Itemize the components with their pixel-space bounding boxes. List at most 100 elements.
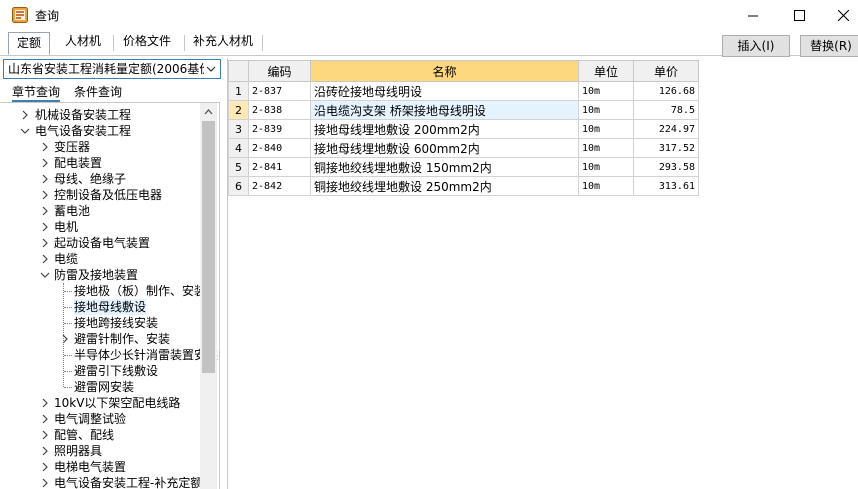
tree-item[interactable]: 避雷引下线敷设: [0, 363, 219, 379]
tree-item-label: 起动设备电气装置: [54, 236, 151, 250]
tree-scrollbar[interactable]: [200, 103, 217, 489]
name-cell[interactable]: 沿电缆沟支架 桥架接地母线明设: [310, 100, 579, 120]
tree-item[interactable]: 避雷网安装: [0, 379, 219, 395]
name-cell[interactable]: 接地母线埋地敷设 600mm2内: [310, 138, 579, 158]
tree-item[interactable]: 接地极（板）制作、安装: [0, 283, 219, 299]
tree-item[interactable]: 电缆: [0, 251, 219, 267]
tree-item[interactable]: 接地母线敷设: [0, 299, 219, 315]
tree-item[interactable]: 机械设备安装工程: [0, 107, 219, 123]
tree-item[interactable]: 电梯电气装置: [0, 459, 219, 475]
unit-cell[interactable]: 10m: [578, 100, 634, 120]
unit-cell[interactable]: 10m: [578, 157, 634, 177]
unit-cell[interactable]: 10m: [578, 81, 634, 101]
row-number[interactable]: 1: [228, 81, 249, 101]
tab-supplementary[interactable]: 补充人材机: [185, 31, 261, 53]
name-cell[interactable]: 铜接地绞线埋地敷设 150mm2内: [310, 157, 579, 177]
chevron-right-icon[interactable]: [40, 462, 50, 472]
chevron-right-icon[interactable]: [40, 446, 50, 456]
tree-item[interactable]: 电机: [0, 219, 219, 235]
chevron-down-icon[interactable]: [20, 126, 30, 136]
tree-item[interactable]: 照明器具: [0, 443, 219, 459]
chevron-right-icon[interactable]: [40, 158, 50, 168]
maximize-button[interactable]: [776, 0, 822, 31]
tree-item[interactable]: 蓄电池: [0, 203, 219, 219]
tree-item-label: 电机: [54, 220, 79, 234]
chapter-tree[interactable]: 机械设备安装工程 电气设备安装工程 变压器 配电装置 母线、绝缘子 控制设备及低压电器 蓄电…: [0, 102, 220, 489]
tab-price-file[interactable]: 价格文件: [115, 31, 179, 53]
tab-quota[interactable]: 定额: [8, 32, 51, 55]
row-number[interactable]: 3: [228, 119, 249, 139]
code-cell[interactable]: 2-838: [248, 100, 311, 120]
price-cell[interactable]: 313.61: [633, 176, 699, 196]
table-row[interactable]: 1 2-837 沿砖砼接地母线明设 10m 126.68: [228, 81, 699, 101]
row-number[interactable]: 6: [228, 176, 249, 196]
chevron-right-icon[interactable]: [40, 254, 50, 264]
price-cell[interactable]: 224.97: [633, 119, 699, 139]
tree-item[interactable]: 10kV以下架空配电线路: [0, 395, 219, 411]
code-cell[interactable]: 2-837: [248, 81, 311, 101]
chevron-right-icon[interactable]: [40, 174, 50, 184]
table-row[interactable]: 2 2-838 沿电缆沟支架 桥架接地母线明设 10m 78.5: [228, 100, 699, 120]
code-header[interactable]: 编码: [248, 60, 311, 82]
price-header[interactable]: 单价: [633, 60, 699, 82]
tree-item[interactable]: 电气设备安装工程-补充定额: [0, 475, 219, 489]
chevron-right-icon[interactable]: [40, 238, 50, 248]
replace-button[interactable]: 替换(R): [800, 35, 858, 57]
name-header[interactable]: 名称: [310, 60, 579, 82]
scroll-thumb[interactable]: [202, 121, 215, 373]
scroll-up-icon[interactable]: [200, 105, 217, 119]
price-cell[interactable]: 78.5: [633, 100, 699, 120]
tree-item[interactable]: 避雷针制作、安装: [0, 331, 219, 347]
row-number[interactable]: 2: [228, 100, 249, 120]
chevron-right-icon[interactable]: [40, 206, 50, 216]
unit-cell[interactable]: 10m: [578, 119, 634, 139]
unit-cell[interactable]: 10m: [578, 138, 634, 158]
row-number[interactable]: 4: [228, 138, 249, 158]
tab-labor-materials[interactable]: 人材机: [57, 31, 109, 53]
tree-item[interactable]: 控制设备及低压电器: [0, 187, 219, 203]
price-cell[interactable]: 317.52: [633, 138, 699, 158]
tree-item[interactable]: 防雷及接地装置: [0, 267, 219, 283]
tree-item[interactable]: 半导体少长针消雷装置安装: [0, 347, 219, 363]
tree-item[interactable]: 接地跨接线安装: [0, 315, 219, 331]
price-cell[interactable]: 293.58: [633, 157, 699, 177]
chevron-right-icon[interactable]: [40, 190, 50, 200]
subtab-condition-search[interactable]: 条件查询: [74, 83, 122, 100]
code-cell[interactable]: 2-842: [248, 176, 311, 196]
tree-item[interactable]: 起动设备电气装置: [0, 235, 219, 251]
chevron-right-icon[interactable]: [20, 110, 30, 120]
table-row[interactable]: 3 2-839 接地母线埋地敷设 200mm2内 10m 224.97: [228, 119, 699, 139]
insert-button[interactable]: 插入(I): [722, 35, 790, 57]
code-cell[interactable]: 2-841: [248, 157, 311, 177]
table-row[interactable]: 4 2-840 接地母线埋地敷设 600mm2内 10m 317.52: [228, 138, 699, 158]
unit-header[interactable]: 单位: [578, 60, 634, 82]
tree-item[interactable]: 电气调整试验: [0, 411, 219, 427]
table-row[interactable]: 6 2-842 铜接地绞线埋地敷设 250mm2内 10m 313.61: [228, 176, 699, 196]
minimize-button[interactable]: [730, 0, 776, 31]
code-cell[interactable]: 2-840: [248, 138, 311, 158]
table-row[interactable]: 5 2-841 铜接地绞线埋地敷设 150mm2内 10m 293.58: [228, 157, 699, 177]
tree-item[interactable]: 母线、绝缘子: [0, 171, 219, 187]
subtab-chapter-search[interactable]: 章节查询: [12, 83, 61, 102]
chevron-right-icon[interactable]: [40, 222, 50, 232]
name-cell[interactable]: 铜接地绞线埋地敷设 250mm2内: [310, 176, 579, 196]
chevron-right-icon[interactable]: [40, 398, 50, 408]
close-button[interactable]: [820, 0, 858, 31]
chevron-right-icon[interactable]: [40, 478, 50, 488]
chevron-right-icon[interactable]: [60, 334, 70, 344]
name-cell[interactable]: 沿砖砼接地母线明设: [310, 81, 579, 101]
chevron-right-icon[interactable]: [40, 414, 50, 424]
quota-library-select[interactable]: 山东省安装工程消耗量定额(2006基价): [3, 59, 221, 79]
tree-item[interactable]: 配电装置: [0, 155, 219, 171]
tree-item[interactable]: 变压器: [0, 139, 219, 155]
chevron-right-icon[interactable]: [40, 142, 50, 152]
row-number[interactable]: 5: [228, 157, 249, 177]
tree-item[interactable]: 电气设备安装工程: [0, 123, 219, 139]
tree-item[interactable]: 配管、配线: [0, 427, 219, 443]
chevron-right-icon[interactable]: [40, 430, 50, 440]
name-cell[interactable]: 接地母线埋地敷设 200mm2内: [310, 119, 579, 139]
chevron-down-icon[interactable]: [40, 270, 50, 280]
code-cell[interactable]: 2-839: [248, 119, 311, 139]
price-cell[interactable]: 126.68: [633, 81, 699, 101]
unit-cell[interactable]: 10m: [578, 176, 634, 196]
